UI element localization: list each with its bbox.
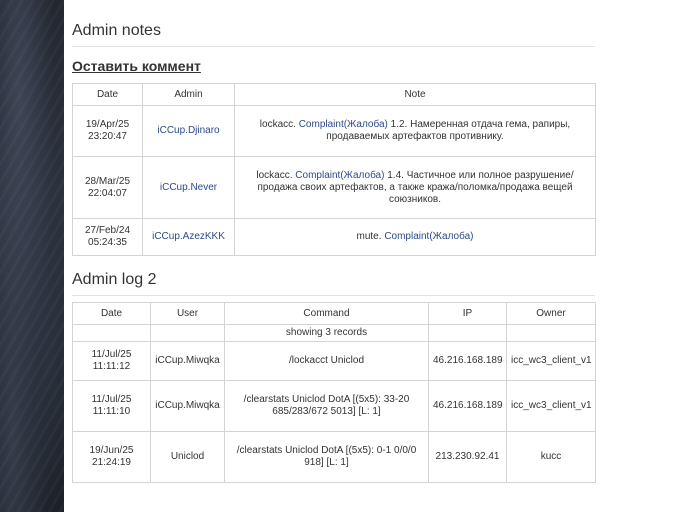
owner-cell: icc_wc3_client_v1: [506, 341, 596, 381]
admin-notes-table: Date Admin Note 19/Apr/25 23:20:47 iCCup…: [72, 83, 596, 256]
user-cell: iCCup.Miwqka: [150, 380, 225, 432]
owner-cell: icc_wc3_client_v1: [506, 380, 596, 432]
admin-link[interactable]: iCCup.Never: [160, 182, 217, 193]
date-cell: 27/Feb/24 05:24:35: [72, 218, 143, 256]
admin-link[interactable]: iCCup.AzezKKK: [152, 231, 225, 242]
time-text: 22:04:07: [88, 187, 127, 199]
date-cell: 11/Jul/25 11:11:12: [72, 341, 151, 381]
note-action: lockacc.: [256, 169, 293, 181]
date-text: 11/Jul/25: [91, 349, 132, 360]
admin-log-table: Date User Command IP Owner showing 3 rec…: [72, 302, 596, 483]
records-count: showing 3 records: [224, 324, 429, 342]
command-cell: /clearstats Uniclod DotA [(5x5): 33-20 6…: [224, 380, 429, 432]
table-row: 11/Jul/25 11:11:10 iCCup.Miwqka /clearst…: [72, 380, 596, 432]
table-header-row: Date Admin Note: [72, 83, 596, 106]
empty-cell: [150, 324, 225, 342]
date-text: 19/Jun/25: [89, 445, 134, 456]
leave-comment-link[interactable]: Оставить коммент: [72, 58, 201, 74]
admin-cell: iCCup.Never: [142, 156, 235, 219]
user-cell: iCCup.Miwqka: [150, 341, 225, 381]
column-header-ip: IP: [428, 302, 507, 325]
empty-cell: [428, 324, 507, 342]
time-text: 21:24:19: [92, 457, 131, 468]
time-text: 23:20:47: [88, 131, 127, 142]
time-text: 05:24:35: [88, 237, 127, 248]
column-header-date: Date: [72, 302, 151, 325]
admin-link[interactable]: iCCup.Djinaro: [157, 125, 219, 136]
table-header-row: Date User Command IP Owner: [72, 302, 596, 325]
date-cell: 19/Jun/25 21:24:19: [72, 431, 151, 483]
owner-cell: kucc: [506, 431, 596, 483]
date-text: 27/Feb/24: [84, 225, 131, 236]
note-action: mute.: [356, 231, 382, 242]
date-text: 28/Mar/25: [84, 175, 131, 187]
date-cell: 11/Jul/25 11:11:10: [72, 380, 151, 432]
time-text: 11:11:12: [92, 361, 131, 372]
ip-cell: 213.230.92.41: [428, 431, 507, 483]
column-header-date: Date: [72, 83, 143, 106]
empty-cell: [506, 324, 596, 342]
admin-log-title: Admin log 2: [72, 271, 595, 296]
empty-cell: [72, 324, 151, 342]
date-text: 11/Jul/25: [91, 394, 132, 405]
column-header-admin: Admin: [142, 83, 235, 106]
column-header-user: User: [150, 302, 225, 325]
table-row: 19/Apr/25 23:20:47 iCCup.Djinaro lockacc…: [72, 105, 596, 157]
admin-notes-title: Admin notes: [72, 22, 595, 47]
date-text: 19/Apr/25: [85, 119, 130, 130]
date-cell: 28/Mar/25 22:04:07: [72, 156, 143, 219]
time-text: 11:11:10: [92, 406, 131, 417]
table-row: 11/Jul/25 11:11:12 iCCup.Miwqka /lockacc…: [72, 341, 596, 381]
complaint-link[interactable]: Complaint(Жалоба): [295, 170, 384, 181]
table-row: 19/Jun/25 21:24:19 Uniclod /clearstats U…: [72, 431, 596, 483]
column-header-command: Command: [224, 302, 429, 325]
column-header-owner: Owner: [506, 302, 596, 325]
date-cell: 19/Apr/25 23:20:47: [72, 105, 143, 157]
summary-row: showing 3 records: [72, 324, 596, 342]
table-row: 28/Mar/25 22:04:07 iCCup.Never lockacc. …: [72, 156, 596, 219]
note-cell: mute. Complaint(Жалоба): [234, 218, 596, 256]
ip-cell: 46.216.168.189: [428, 341, 507, 381]
complaint-link[interactable]: Complaint(Жалоба): [299, 119, 388, 130]
note-cell: lockacc. Complaint(Жалоба) 1.2. Намеренн…: [234, 105, 596, 157]
user-cell: Uniclod: [150, 431, 225, 483]
note-cell: lockacc. Complaint(Жалоба) 1.4. Частично…: [234, 156, 596, 219]
background-artwork: [0, 0, 64, 512]
column-header-note: Note: [234, 83, 596, 106]
main-panel: Admin notes Оставить коммент Date Admin …: [64, 0, 695, 512]
table-row: 27/Feb/24 05:24:35 iCCup.AzezKKK mute. C…: [72, 218, 596, 256]
admin-cell: iCCup.Djinaro: [142, 105, 235, 157]
command-cell: /lockacct Uniclod: [224, 341, 429, 381]
command-cell: /clearstats Uniclod DotA [(5x5): 0-1 0/0…: [224, 431, 429, 483]
ip-cell: 46.216.168.189: [428, 380, 507, 432]
note-action: lockacc.: [259, 119, 296, 130]
admin-cell: iCCup.AzezKKK: [142, 218, 235, 256]
complaint-link[interactable]: Complaint(Жалоба): [384, 231, 473, 242]
